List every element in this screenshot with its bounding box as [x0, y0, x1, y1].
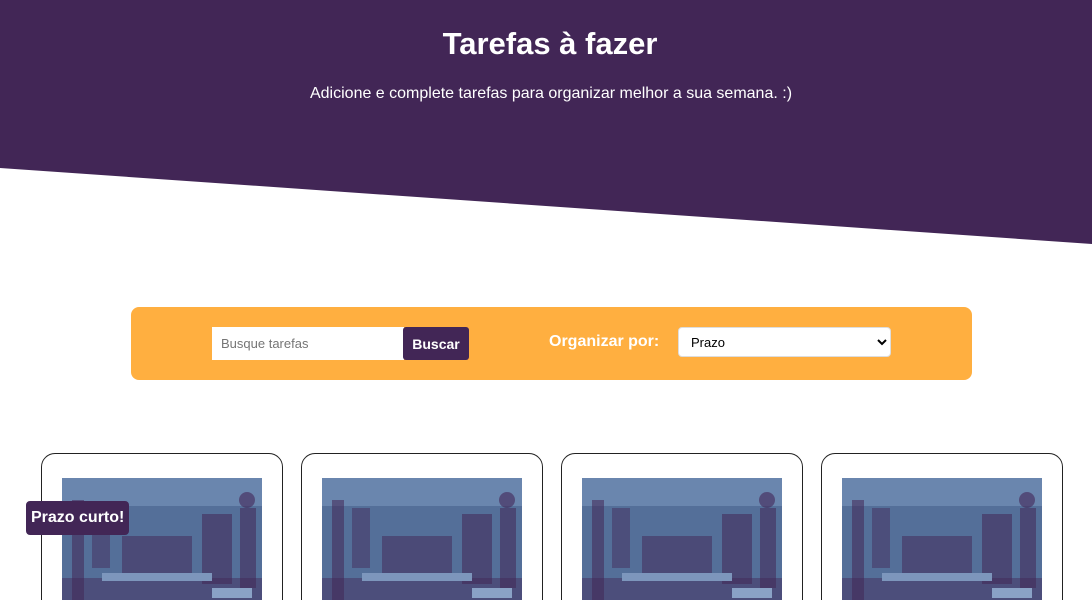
page-title: Tarefas à fazer	[442, 26, 658, 61]
photo-shape	[499, 492, 515, 508]
photo-shape	[872, 508, 890, 568]
page-subtitle: Adicione e complete tarefas para organiz…	[309, 85, 793, 102]
photo-illustration	[62, 478, 262, 600]
photo-shape	[1019, 492, 1035, 508]
task-card[interactable]	[821, 453, 1063, 600]
photo-shape	[760, 508, 776, 588]
photo-shape	[1020, 508, 1036, 588]
photo-shape	[472, 588, 512, 598]
photo-shape	[240, 508, 256, 588]
photo-shape	[500, 508, 516, 588]
photo-shape	[582, 478, 782, 506]
search-button[interactable]: Buscar	[403, 327, 469, 360]
deadline-badge: Prazo curto!	[26, 501, 130, 535]
photo-shape	[322, 478, 522, 506]
task-image	[322, 478, 522, 600]
hero-header: Tarefas à fazer Adicione e complete tare…	[0, 0, 1092, 245]
task-card[interactable]	[301, 453, 543, 600]
photo-shape	[612, 508, 630, 568]
task-image	[582, 478, 782, 600]
task-image	[842, 478, 1042, 600]
photo-shape	[239, 492, 255, 508]
sort-label: Organizar por:	[549, 333, 660, 350]
sort-select[interactable]: Prazo	[678, 327, 891, 357]
photo-shape	[732, 588, 772, 598]
search-input[interactable]	[212, 327, 404, 360]
photo-shape	[102, 573, 212, 581]
photo-shape	[122, 536, 192, 576]
task-card[interactable]	[561, 453, 803, 600]
photo-shape	[882, 573, 992, 581]
photo-illustration	[322, 478, 522, 600]
photo-shape	[382, 536, 452, 576]
task-image	[62, 478, 262, 600]
search-toolbar: Buscar Organizar por: Prazo	[131, 307, 972, 380]
photo-illustration	[842, 478, 1042, 600]
photo-shape	[642, 536, 712, 576]
photo-shape	[362, 573, 472, 581]
photo-shape	[992, 588, 1032, 598]
photo-illustration	[582, 478, 782, 600]
photo-shape	[622, 573, 732, 581]
photo-shape	[212, 588, 252, 598]
photo-shape	[842, 478, 1042, 506]
photo-shape	[902, 536, 972, 576]
photo-shape	[352, 508, 370, 568]
photo-shape	[759, 492, 775, 508]
